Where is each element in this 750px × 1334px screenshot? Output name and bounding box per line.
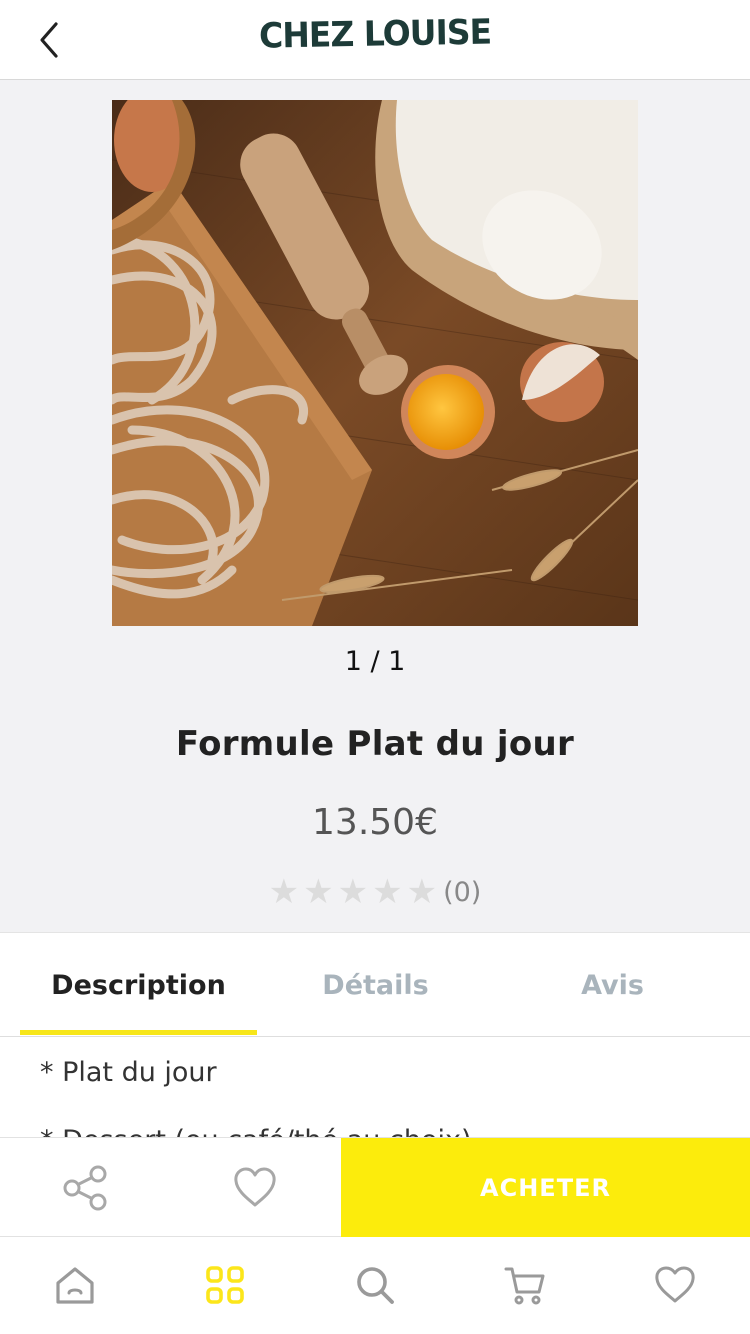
- rating[interactable]: ★ ★ ★ ★ ★ (0): [0, 870, 750, 914]
- product-title: Formule Plat du jour: [175, 724, 575, 764]
- grid-icon: [206, 1266, 244, 1304]
- image-pager: 1 / 1: [344, 646, 406, 677]
- description-line: * Plat du jour: [40, 1057, 217, 1088]
- favorite-button[interactable]: [231, 1164, 279, 1212]
- search-icon: [357, 1267, 394, 1304]
- home-icon: [56, 1267, 94, 1304]
- tab-details[interactable]: Détails: [257, 933, 494, 1037]
- nav-favorites[interactable]: [653, 1263, 697, 1307]
- product-photo: [112, 100, 638, 626]
- nav-cart[interactable]: [503, 1263, 547, 1307]
- product-image[interactable]: [112, 100, 638, 626]
- nav-search[interactable]: [353, 1263, 397, 1307]
- brand-logo-text: CHEZ LOUISE: [258, 11, 492, 56]
- bottom-nav: [0, 1237, 750, 1334]
- nav-home[interactable]: [53, 1263, 97, 1307]
- buy-button[interactable]: ACHETER: [341, 1138, 750, 1237]
- top-bar: CHEZ LOUISE: [0, 0, 750, 80]
- product-price: 13.50€: [312, 802, 438, 843]
- tab-reviews[interactable]: Avis: [494, 933, 731, 1037]
- active-tab-indicator: [20, 1030, 257, 1035]
- brand-logo: CHEZ LOUISE: [0, 11, 750, 56]
- share-button[interactable]: [60, 1163, 110, 1213]
- star-icon: ★: [372, 872, 403, 912]
- tab-description[interactable]: Description: [20, 933, 257, 1037]
- heart-icon: [234, 1167, 276, 1207]
- star-icon: ★: [406, 872, 438, 912]
- share-icon: [63, 1165, 107, 1211]
- cart-icon: [504, 1267, 545, 1305]
- heart-icon: [655, 1266, 695, 1303]
- nav-catalog[interactable]: [203, 1263, 247, 1307]
- rating-count: (0): [443, 876, 482, 908]
- star-icon: ★: [303, 872, 334, 912]
- description-panel: * Plat du jour * Dessert (ou café/thé au…: [0, 1037, 750, 1138]
- star-icon: ★: [268, 872, 300, 912]
- product-screen: CHEZ LOUISE 1 / 1 Formule Plat du jour 1…: [0, 0, 750, 1334]
- action-bar: ACHETER: [0, 1137, 750, 1237]
- product-tabs: Description Détails Avis: [0, 932, 750, 1037]
- star-icon: ★: [337, 872, 369, 912]
